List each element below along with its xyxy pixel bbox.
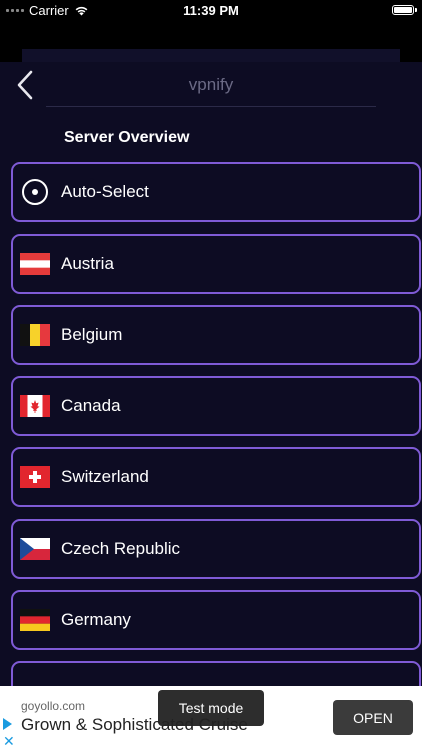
server-label: Switzerland xyxy=(61,467,149,486)
server-item-czech-republic[interactable]: Czech Republic xyxy=(11,519,421,579)
server-item-switzerland[interactable]: Switzerland xyxy=(11,447,421,507)
nav-divider xyxy=(46,106,376,107)
flag-switzerland-icon xyxy=(20,466,50,488)
flag-canada-icon xyxy=(20,395,50,417)
server-item-canada[interactable]: Canada xyxy=(11,376,421,436)
section-title: Server Overview xyxy=(64,129,190,146)
server-label: Germany xyxy=(61,610,131,629)
server-list[interactable]: Auto-Select Austria Belgium Canada Switz… xyxy=(0,162,422,686)
server-item-belgium[interactable]: Belgium xyxy=(11,305,421,365)
server-item-auto-select[interactable]: Auto-Select xyxy=(11,162,421,222)
radio-target-icon xyxy=(22,179,48,205)
server-label: Czech Republic xyxy=(61,539,181,558)
flag-czech-icon xyxy=(20,538,50,560)
server-label: Auto-Select xyxy=(61,182,149,201)
nav-bar: vpnify xyxy=(0,62,422,108)
status-bar: Carrier 11:39 PM xyxy=(0,0,422,22)
server-label: Belgium xyxy=(61,325,123,344)
server-label: Canada xyxy=(61,396,121,415)
battery-icon xyxy=(392,5,417,15)
test-mode-badge: Test mode xyxy=(158,690,264,726)
flag-germany-icon xyxy=(20,609,50,631)
close-icon[interactable]: ✕ xyxy=(3,734,15,748)
flag-austria-icon xyxy=(20,253,50,275)
nav-title: vpnify xyxy=(188,75,234,94)
status-time: 11:39 PM xyxy=(183,3,239,18)
ad-open-button[interactable]: OPEN xyxy=(333,700,413,735)
server-item-partial[interactable] xyxy=(11,661,421,686)
flag-belgium-icon xyxy=(20,324,50,346)
server-item-austria[interactable]: Austria xyxy=(11,234,421,294)
server-item-germany[interactable]: Germany xyxy=(11,590,421,650)
ad-domain: goyollo.com xyxy=(21,699,86,713)
header-band xyxy=(0,22,422,62)
ad-choices-icon[interactable] xyxy=(3,718,12,730)
server-label: Austria xyxy=(61,254,114,273)
